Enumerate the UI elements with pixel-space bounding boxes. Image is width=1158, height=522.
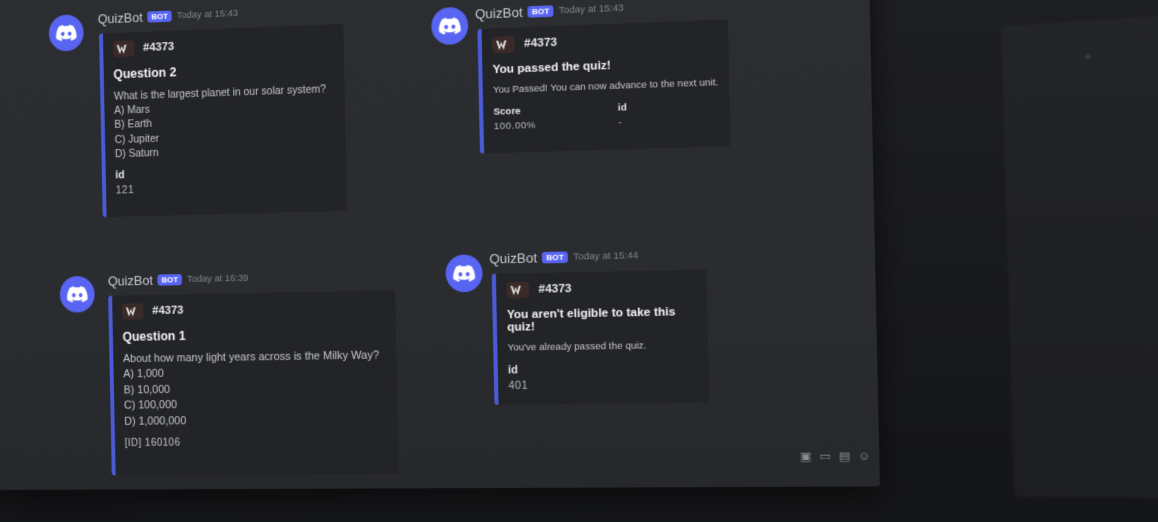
message-header: QuizBot BOT Today at 15:44: [489, 248, 638, 267]
timestamp[interactable]: Today at 16:39: [187, 273, 249, 285]
ghost-text: · · ·: [1109, 81, 1125, 93]
field-id: id -: [617, 92, 671, 129]
timestamp[interactable]: Today at 15:43: [177, 8, 238, 22]
username[interactable]: QuizBot: [489, 250, 537, 267]
sticker-icon[interactable]: ▤: [838, 450, 851, 463]
gift-icon[interactable]: ▣: [799, 451, 812, 464]
chat-toolbar: ▣ ▭ ▤ ☺: [799, 450, 871, 464]
message-header: QuizBot BOT Today at 15:43: [475, 0, 624, 22]
field-value: -: [618, 116, 623, 129]
embed-author: #4373: [112, 33, 334, 58]
embed-title: You passed the quiz!: [492, 59, 612, 77]
result-embed: #4373 You aren't eligible to take this q…: [491, 269, 710, 405]
ghost-avatar: ●: [1084, 51, 1091, 62]
quiz-embed: #4373 Question 2 What is the largest pla…: [99, 23, 348, 218]
gif-icon[interactable]: ▭: [819, 450, 832, 463]
result-embed: #4373 You passed the quiz! You Passed! Y…: [477, 19, 731, 154]
embed-author: #4373: [121, 299, 386, 320]
bot-badge: BOT: [147, 10, 172, 23]
author-logo-icon: [121, 303, 144, 320]
w-logo-icon: [496, 39, 507, 50]
field-value: 100.00%: [493, 119, 537, 133]
w-logo-icon: [116, 44, 127, 54]
author-name[interactable]: #4373: [538, 283, 571, 296]
field-score: Score 100.00%: [493, 96, 545, 132]
embed-title: Question 2: [113, 65, 177, 82]
bot-badge: BOT: [542, 251, 569, 264]
author-name[interactable]: #4373: [143, 41, 174, 54]
fields-row: Score 100.00% id -: [493, 90, 719, 132]
embed-description: You've already passed the quiz.: [507, 340, 647, 354]
emoji-icon[interactable]: ☺: [857, 450, 870, 463]
discord-logo-icon: [452, 264, 476, 282]
field-name: id: [507, 363, 518, 377]
message-header: QuizBot BOT Today at 16:39: [108, 271, 249, 289]
app-viewport: ● · · · QuizBot BOT Today at 15:43 #4373…: [0, 0, 1158, 522]
field-value: 401: [508, 379, 529, 392]
username[interactable]: QuizBot: [475, 4, 523, 21]
embed-author: #4373: [491, 28, 718, 54]
author-name[interactable]: #4373: [524, 36, 557, 50]
discord-logo-icon: [438, 17, 461, 35]
username[interactable]: QuizBot: [108, 273, 153, 289]
field-value: 121: [115, 183, 135, 197]
username[interactable]: QuizBot: [98, 10, 143, 27]
field-name: Score: [493, 105, 521, 118]
discord-logo-icon: [55, 24, 77, 41]
embed-title: You aren't eligible to take this quiz!: [506, 305, 676, 334]
answer-option: D) 1,000,000: [124, 414, 187, 428]
embed-description: About how many light years across is the…: [123, 348, 388, 430]
embed-description: What is the largest planet in our solar …: [114, 82, 336, 161]
embed-author: #4373: [506, 278, 696, 299]
field-name: id: [617, 101, 627, 114]
bot-badge: BOT: [527, 5, 554, 18]
message-header: QuizBot BOT Today at 15:43: [98, 6, 238, 27]
discord-avatar-icon[interactable]: [431, 6, 469, 46]
timestamp[interactable]: Today at 15:43: [559, 2, 624, 16]
w-logo-icon: [510, 285, 521, 295]
discord-avatar-icon[interactable]: [48, 14, 84, 52]
timestamp[interactable]: Today at 15:44: [573, 250, 638, 263]
author-name[interactable]: #4373: [152, 304, 183, 317]
discord-logo-icon: [66, 286, 88, 303]
discord-avatar-icon[interactable]: [445, 254, 483, 293]
bot-badge: BOT: [157, 274, 183, 286]
quiz-embed: #4373 Question 1 About how many light ye…: [108, 290, 399, 476]
author-logo-icon: [491, 35, 515, 54]
blurred-side-panel: ● · · ·: [1001, 14, 1158, 499]
w-logo-icon: [125, 306, 136, 317]
author-logo-icon: [112, 40, 135, 58]
embed-footer-id: [ID] 160106: [124, 437, 181, 450]
author-logo-icon: [506, 281, 530, 299]
chat-panel: QuizBot BOT Today at 15:43 #4373 Questio…: [0, 0, 880, 491]
discord-avatar-icon[interactable]: [59, 275, 95, 313]
embed-title: Question 1: [122, 328, 186, 344]
